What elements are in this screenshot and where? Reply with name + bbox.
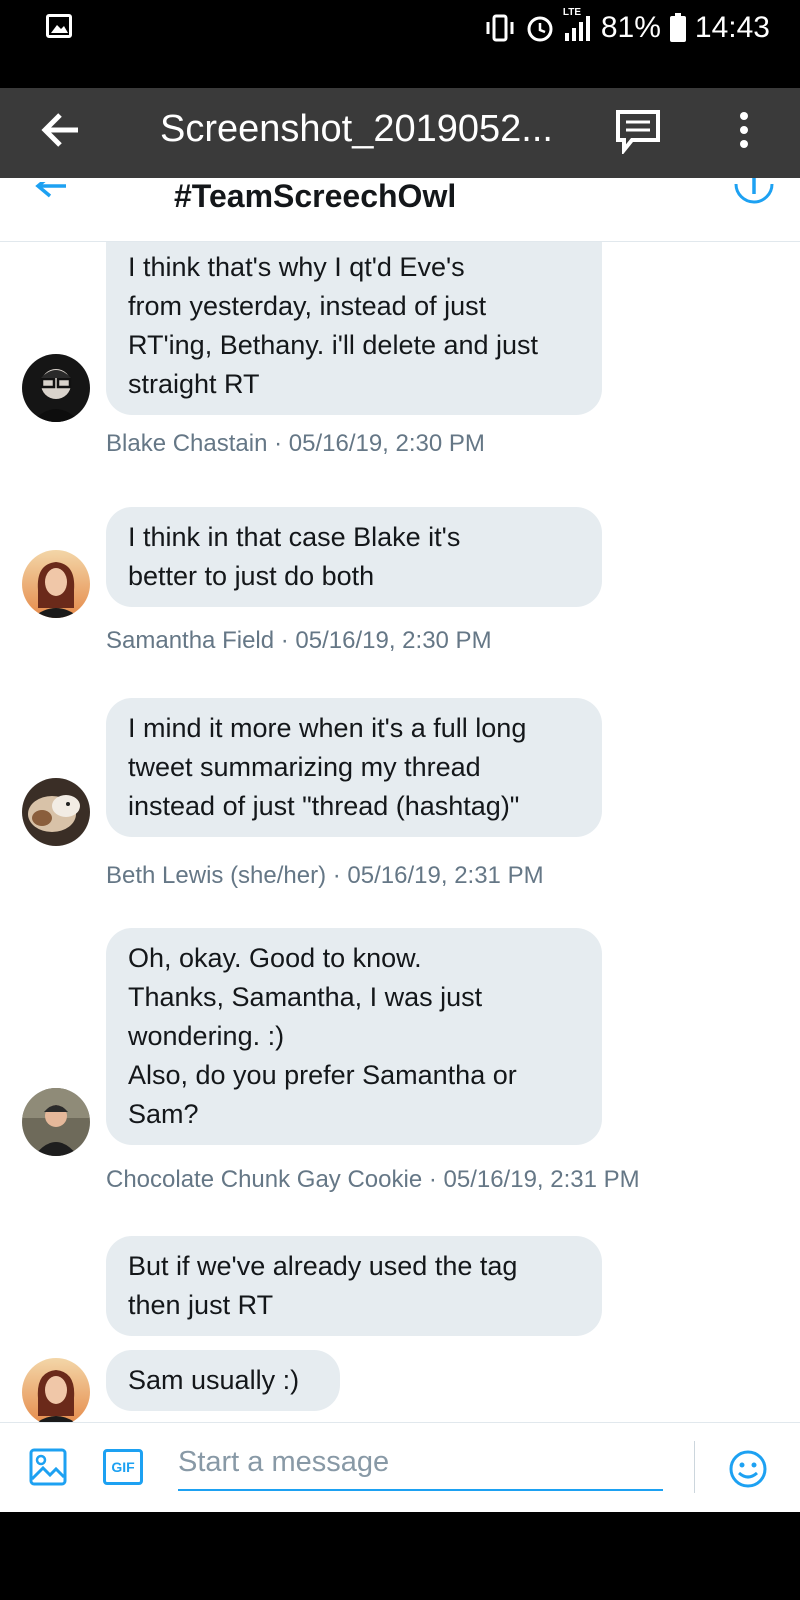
message-bubble[interactable]: Oh, okay. Good to know. Thanks, Samantha… [106,928,602,1145]
message-bubble[interactable]: I think in that case Blake it's better t… [106,507,602,607]
message-bubble[interactable]: Sam usually :) [106,1350,340,1411]
message-meta: Samantha Field · 05/16/19, 2:30 PM [106,627,492,654]
alarm-icon [525,13,555,43]
avatar[interactable] [22,1088,90,1156]
message-input[interactable] [178,1435,663,1491]
conversation-title: #TeamScreechOwl [174,178,457,214]
gif-button[interactable]: GIF [103,1449,143,1485]
message-meta: Beth Lewis (she/her) · 05/16/19, 2:31 PM [106,862,544,889]
back-icon[interactable] [34,174,70,217]
message-bubble[interactable]: But if we've already used the tag then j… [106,1236,602,1336]
avatar[interactable] [22,550,90,618]
image-icon[interactable] [28,1447,68,1492]
vibrate-icon [483,13,517,43]
viewer-title: Screenshot_2019052... [160,108,553,150]
gallery-notification-icon [46,14,72,38]
message-list[interactable]: I think that's why I qt'd Eve's from yes… [0,242,800,1422]
message-meta: Chocolate Chunk Gay Cookie · 05/16/19, 2… [106,1166,640,1193]
back-arrow-icon[interactable] [40,110,82,155]
message-bubble[interactable]: I think that's why I qt'd Eve's from yes… [106,242,602,415]
more-options-icon[interactable] [738,110,750,155]
message-meta: Blake Chastain · 05/16/19, 2:30 PM [106,430,485,457]
info-icon[interactable] [734,176,774,209]
divider [694,1441,695,1493]
avatar[interactable] [22,778,90,846]
signal-icon: LTE [563,7,593,43]
system-navigation-bar [0,1512,800,1600]
message-composer: GIF [0,1422,800,1512]
avatar[interactable] [22,354,90,422]
message-bubble[interactable]: I mind it more when it's a full long twe… [106,698,602,837]
comment-icon[interactable] [614,108,662,159]
battery-icon [669,13,687,43]
viewer-toolbar: Screenshot_2019052... [0,88,800,178]
clock: 14:43 [694,11,770,44]
status-bar: LTE 81% 14:43 [0,0,800,88]
emoji-icon[interactable] [728,1449,768,1494]
signal-label: LTE [562,7,582,18]
conversation-header: #TeamScreechOwl [0,174,800,242]
battery-percent: 81% [600,11,661,44]
avatar[interactable] [22,1358,90,1422]
